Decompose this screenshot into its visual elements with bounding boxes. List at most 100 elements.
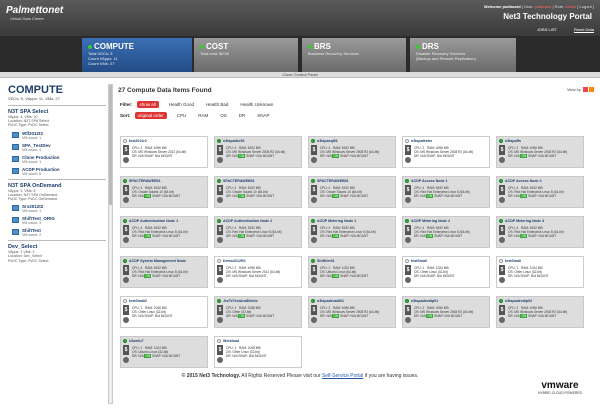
cost-icon[interactable]: $: [217, 345, 223, 355]
vm-card[interactable]: ACDP Metering Node 3 $ CPU: 4 RAM: 8192 MB…: [496, 216, 584, 248]
vm-card[interactable]: JezTeTestAndDelete $ CPU: 1 RAM: 2048 MB OS…: [214, 296, 302, 328]
settings-gear-icon[interactable]: [499, 157, 505, 163]
grid-view-icon[interactable]: [583, 87, 588, 93]
cost-icon[interactable]: $: [123, 305, 129, 315]
vm-card[interactable]: test2012r2 $ CPU: 2 RAM: 4096 MB OS: MS Win…: [120, 136, 208, 168]
close-control-panel-button[interactable]: Close Control Panel: [0, 72, 600, 78]
vm-card[interactable]: testSmall2 $ CPU: 1 RAM: 2048 MB OS: Other …: [120, 296, 208, 328]
cost-icon[interactable]: $: [123, 145, 129, 155]
vm-card[interactable]: n3tspadevadi01 $ CPU: 2 RAM: 4096 MB OS: MS…: [308, 296, 396, 328]
settings-gear-icon[interactable]: [311, 197, 317, 203]
vapp-item[interactable]: Srv2012t2 VM count: 1: [12, 204, 106, 213]
settings-gear-icon[interactable]: [405, 277, 411, 283]
settings-gear-icon[interactable]: [217, 237, 223, 243]
vm-card[interactable]: ACDP Access Node 1 $ CPU: 4 RAM: 8192 MB OS…: [402, 176, 490, 208]
sort-cpu[interactable]: CPU: [177, 113, 187, 118]
self-service-portal-link[interactable]: Self-Service Portal: [322, 373, 363, 379]
vm-card[interactable]: ACDP Metering Node 1 $ CPU: 4 RAM: 8192 MB…: [308, 216, 396, 248]
settings-gear-icon[interactable]: [499, 197, 505, 203]
vapp-item[interactable]: Clone Production VM count: 1: [12, 155, 106, 164]
vm-card[interactable]: SPACTERAWEB01 $ CPU: 4 RAM: 8192 MB OS: Ora…: [308, 176, 396, 208]
cost-icon[interactable]: $: [123, 345, 129, 355]
settings-gear-icon[interactable]: [123, 197, 129, 203]
cost-icon[interactable]: $: [499, 145, 505, 155]
vapp-item[interactable]: SPA_TestDev VM count: 4: [12, 143, 106, 152]
settings-gear-icon[interactable]: [405, 237, 411, 243]
sort-ram[interactable]: RAM: [198, 113, 208, 118]
settings-gear-icon[interactable]: [123, 357, 129, 363]
settings-gear-icon[interactable]: [217, 157, 223, 163]
vm-card[interactable]: n3tspatester $ CPU: 2 RAM: 4096 MB OS: MS W…: [402, 136, 490, 168]
logout-link[interactable]: [ Logout ]: [577, 4, 594, 9]
vm-card[interactable]: testSmall $ CPU: 1 RAM: 1024 MB OS: Other L…: [496, 256, 584, 288]
reset-data-link[interactable]: Reset Data: [574, 27, 594, 32]
sort-original-order[interactable]: original order: [134, 111, 167, 119]
cost-icon[interactable]: $: [311, 225, 317, 235]
cost-icon[interactable]: $: [499, 185, 505, 195]
cost-icon[interactable]: $: [405, 145, 411, 155]
tab-compute[interactable]: COMPUTE Total VDCs: 5 Count VApps: 11 Co…: [82, 38, 192, 72]
tab-brs[interactable]: BRS Business Recovery Services: [302, 38, 406, 72]
settings-gear-icon[interactable]: [405, 197, 411, 203]
vm-card[interactable]: ACDP Authentication Node 1 $ CPU: 4 RAM: 8…: [120, 216, 208, 248]
vm-card[interactable]: ACDP Access Node 2 $ CPU: 4 RAM: 8192 MB OS…: [496, 176, 584, 208]
sort-snap[interactable]: SNAP: [257, 113, 269, 118]
filter-show-all[interactable]: show all: [136, 100, 159, 108]
settings-gear-icon[interactable]: [123, 157, 129, 163]
cost-icon[interactable]: $: [217, 265, 223, 275]
settings-gear-icon[interactable]: [217, 357, 223, 363]
jobs-list-link[interactable]: JOBS LIST: [537, 27, 557, 32]
vm-card[interactable]: n3tspaffs $ CPU: 2 RAM: 4096 MB OS: MS Wind…: [496, 136, 584, 168]
cost-icon[interactable]: $: [217, 225, 223, 235]
cost-icon[interactable]: $: [123, 225, 129, 235]
vm-card[interactable]: n3tspasql01 $ CPU: 4 RAM: 8192 MB OS: MS Wi…: [308, 136, 396, 168]
settings-gear-icon[interactable]: [123, 277, 129, 283]
vm-card[interactable]: Workload $ CPU: 1 RAM: 2048 MB OS: Other Li…: [214, 336, 302, 368]
settings-gear-icon[interactable]: [217, 317, 223, 323]
cost-icon[interactable]: $: [405, 225, 411, 235]
settings-gear-icon[interactable]: [123, 317, 129, 323]
vm-card[interactable]: Demo2012R2 $ CPU: 2 RAM: 4096 MB OS: MS Win…: [214, 256, 302, 288]
settings-gear-icon[interactable]: [217, 277, 223, 283]
cost-icon[interactable]: $: [217, 305, 223, 315]
settings-gear-icon[interactable]: [311, 237, 317, 243]
sidebar-scrollbar[interactable]: [108, 84, 113, 404]
filter-health-good[interactable]: Health Good: [169, 102, 194, 107]
vm-card[interactable]: Ubuntu7 $ CPU: 1 RAM: 1024 MB OS: Ubuntu Li…: [120, 336, 208, 368]
vm-card[interactable]: testSmall $ CPU: 1 RAM: 1024 MB OS: Other L…: [402, 256, 490, 288]
cost-icon[interactable]: $: [311, 145, 317, 155]
settings-gear-icon[interactable]: [499, 317, 505, 323]
settings-gear-icon[interactable]: [499, 237, 505, 243]
cost-icon[interactable]: $: [217, 185, 223, 195]
vapp-item[interactable]: ACDP Production VM count: 6: [12, 167, 106, 176]
cost-icon[interactable]: $: [405, 265, 411, 275]
cost-icon[interactable]: $: [499, 225, 505, 235]
cost-icon[interactable]: $: [499, 265, 505, 275]
vapp-item[interactable]: ShiftTest_ORIG VM count: 3: [12, 216, 106, 225]
scroll-thumb[interactable]: [109, 85, 112, 205]
settings-gear-icon[interactable]: [311, 277, 317, 283]
vm-card[interactable]: n3tspadev01 $ CPU: 4 RAM: 8192 MB OS: MS Wi…: [214, 136, 302, 168]
sort-dr[interactable]: DR: [239, 113, 246, 118]
vm-card[interactable]: SPACTERAWEB01 $ CPU: 4 RAM: 8192 MB OS: Ora…: [120, 176, 208, 208]
tab-drs[interactable]: DRS Disaster Recovery Services (Backup a…: [410, 38, 516, 72]
vm-card[interactable]: ACDP Authentication Node 2 $ CPU: 4 RAM: 8…: [214, 216, 302, 248]
sort-os[interactable]: OS: [220, 113, 227, 118]
settings-gear-icon[interactable]: [405, 157, 411, 163]
vapp-item[interactable]: ShiftTest VM count: 2: [12, 228, 106, 237]
tab-cost[interactable]: COST Total cost: $0.00: [194, 38, 298, 72]
cost-icon[interactable]: $: [405, 305, 411, 315]
settings-gear-icon[interactable]: [499, 277, 505, 283]
cost-icon[interactable]: $: [499, 305, 505, 315]
cost-icon[interactable]: $: [311, 265, 317, 275]
settings-gear-icon[interactable]: [217, 197, 223, 203]
cost-icon[interactable]: $: [123, 265, 129, 275]
settings-gear-icon[interactable]: [311, 157, 317, 163]
cost-icon[interactable]: $: [311, 305, 317, 315]
cost-icon[interactable]: $: [123, 185, 129, 195]
settings-gear-icon[interactable]: [405, 317, 411, 323]
vm-card[interactable]: ShiftVm01 $ CPU: 1 RAM: 1024 MB OS: Ubuntu …: [308, 256, 396, 288]
vm-card[interactable]: ACDP Metering Node 2 $ CPU: 4 RAM: 8192 MB…: [402, 216, 490, 248]
vapp-item[interactable]: Wfl2012t2 VM count: 1: [12, 131, 106, 140]
cost-icon[interactable]: $: [405, 185, 411, 195]
